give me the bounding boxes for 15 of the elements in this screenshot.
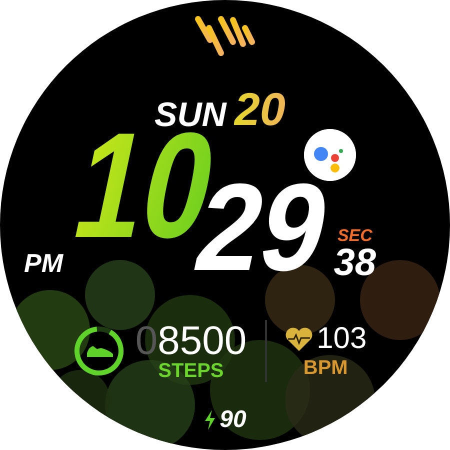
seconds-label: SEC bbox=[337, 227, 372, 244]
heart-icon bbox=[284, 327, 313, 351]
bpm-label: BPM bbox=[303, 358, 348, 378]
logo-icon bbox=[193, 14, 257, 58]
steps-count: 8500 bbox=[158, 321, 247, 361]
weekday: SUN bbox=[154, 98, 226, 132]
period-label: PM bbox=[24, 250, 63, 276]
battery-level: 90 bbox=[220, 408, 246, 432]
steps-ring-icon bbox=[73, 325, 126, 377]
steps-padding: 0 bbox=[135, 321, 158, 361]
heart-rate: 103 bbox=[316, 324, 367, 354]
steps-label: STEPS bbox=[158, 361, 224, 381]
lightning-icon bbox=[204, 410, 216, 430]
seconds: 38 bbox=[334, 244, 376, 282]
assistant-icon[interactable] bbox=[304, 129, 356, 181]
